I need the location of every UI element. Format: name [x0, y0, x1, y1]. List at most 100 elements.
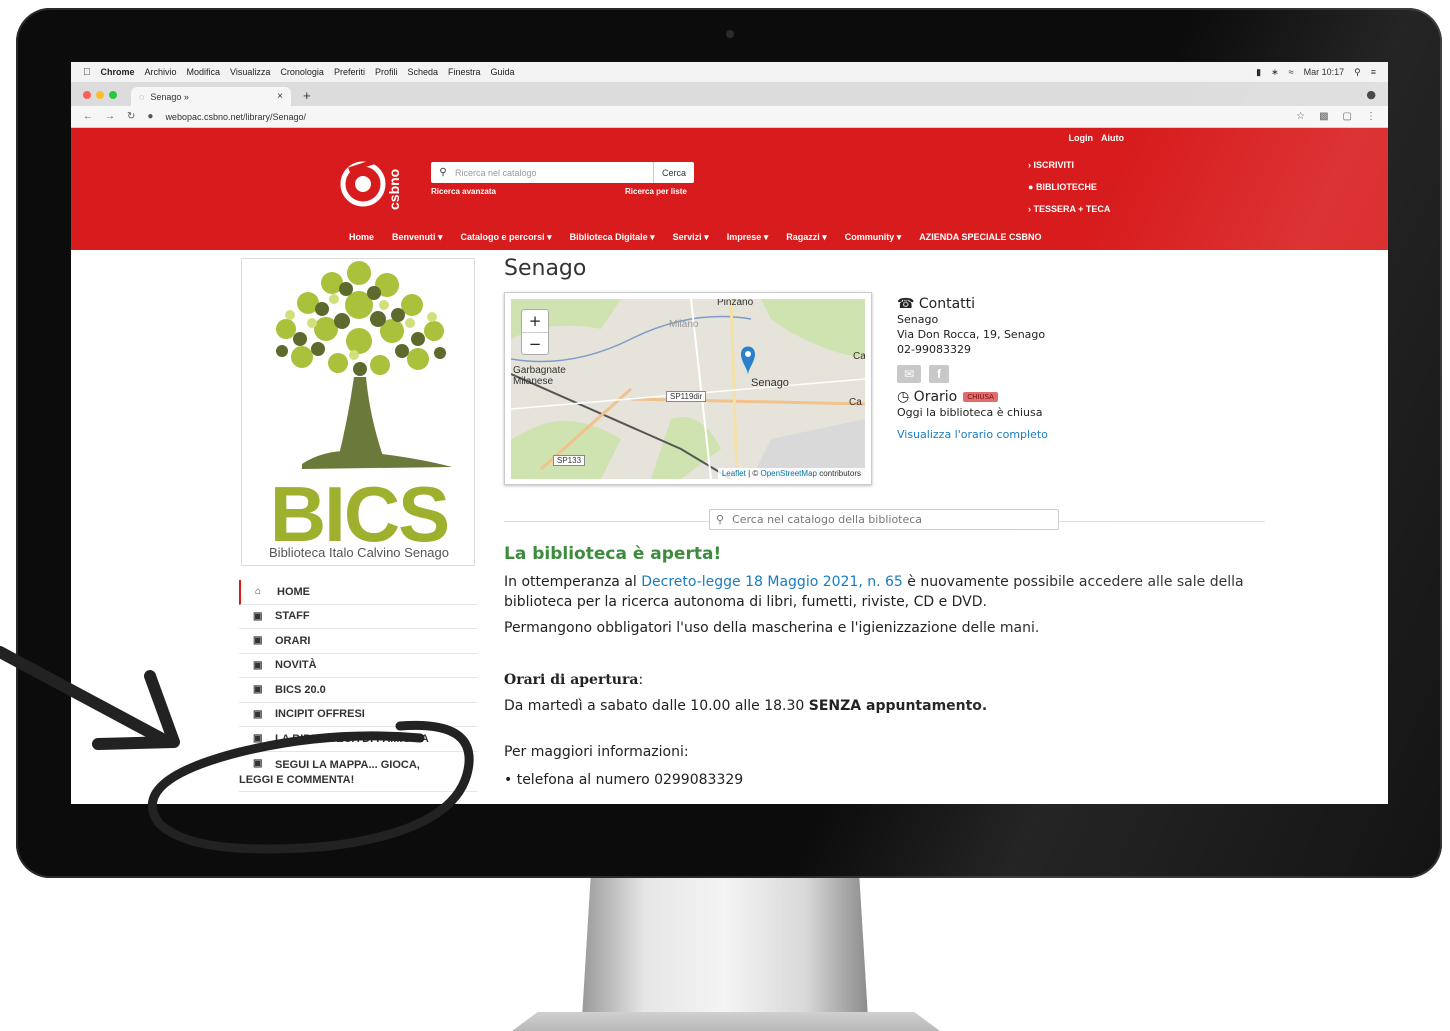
spotlight-icon[interactable]: ⚲ [1354, 67, 1361, 78]
nav-biblioteca-digitale[interactable]: Biblioteca Digitale ▾ [570, 232, 655, 243]
card-link[interactable]: › TESSERA + TECA [1028, 198, 1110, 220]
contacts-address: Via Don Rocca, 19, Senago [897, 328, 1046, 341]
sidebar-item-segui-mappa[interactable]: ▣ SEGUI LA MAPPA... GIOCA, LEGGI E COMME… [239, 752, 477, 792]
article-heading: La biblioteca è aperta! [504, 544, 722, 564]
map-label: Pinzano [717, 299, 754, 308]
sidebar-item-incipit[interactable]: ▣ INCIPIT OFFRESI [239, 703, 477, 727]
battery-icon[interactable]: ▮ [1256, 67, 1261, 78]
menu-item[interactable]: Preferiti [334, 67, 365, 77]
leaflet-link[interactable]: Leaflet [722, 469, 746, 478]
nav-home[interactable]: Home [349, 232, 374, 243]
contacts-heading-label: Contatti [918, 296, 976, 312]
right-links: › ISCRIVITI ● BIBLIOTECHE › TESSERA + TE… [1028, 154, 1110, 220]
sidebar-item-label: INCIPIT OFFRESI [275, 708, 365, 721]
sidebar-item-home[interactable]: ⌂ HOME [239, 580, 477, 605]
map-zoom-controls: + − [521, 309, 549, 355]
tab-title: Senago » [150, 91, 189, 102]
menu-item[interactable]: Finestra [448, 67, 481, 77]
advanced-search-link[interactable]: Ricerca avanzata [431, 187, 496, 196]
sidebar-item-orari[interactable]: ▣ ORARI [239, 629, 477, 654]
nav-ragazzi[interactable]: Ragazzi ▾ [786, 232, 827, 243]
nav-benvenuti[interactable]: Benvenuti ▾ [392, 232, 443, 243]
menu-item[interactable]: Modifica [187, 67, 221, 77]
csbno-logo[interactable]: csbno [339, 152, 405, 216]
sidebar-item-label: NOVITÀ [275, 659, 317, 672]
header-search-button[interactable]: Cerca [652, 162, 694, 183]
osm-link[interactable]: OpenStreetMap [760, 469, 816, 478]
close-tab-icon[interactable]: × [277, 91, 283, 102]
apple-icon[interactable]:  [83, 67, 91, 78]
lock-icon: ● [147, 111, 154, 122]
login-link[interactable]: Login [1069, 133, 1094, 143]
wifi-icon[interactable]: ≈ [1289, 67, 1294, 77]
list-search-link[interactable]: Ricerca per liste [625, 187, 687, 196]
catalog-search-input[interactable]: ⚲ Cerca nel catalogo della biblioteca [709, 509, 1059, 530]
bics-logo-subtitle: Biblioteca Italo Calvino Senago [269, 545, 449, 560]
extension-icon[interactable]: ▩ [1319, 111, 1328, 122]
library-map[interactable]: + − Pinzano Milano Garbagnate Milanese S… [504, 292, 872, 485]
sidebar-item-bics-20[interactable]: ▣ BICS 20.0 [239, 678, 477, 703]
camera-dot [726, 30, 734, 38]
register-link[interactable]: › ISCRIVITI [1028, 154, 1110, 176]
menu-item[interactable]: Profili [375, 67, 398, 77]
new-tab-button[interactable]: + [303, 88, 311, 103]
zoom-window-button[interactable] [109, 91, 117, 99]
nav-azienda[interactable]: AZIENDA SPECIALE CSBNO [919, 232, 1041, 243]
menu-item[interactable]: Archivio [145, 67, 177, 77]
facebook-icon[interactable]: f [929, 365, 949, 383]
email-icon[interactable]: ✉ [897, 365, 921, 383]
card-label: TESSERA + TECA [1033, 204, 1111, 214]
nav-community[interactable]: Community ▾ [845, 232, 902, 243]
p1-before: In ottemperanza al [504, 574, 642, 590]
libraries-link[interactable]: ● BIBLIOTECHE [1028, 176, 1110, 198]
nav-imprese[interactable]: Imprese ▾ [727, 232, 769, 243]
browser-tab[interactable]: ◌ Senago » × [131, 87, 291, 106]
bics-logo-word: BICS [269, 470, 450, 558]
menu-clock[interactable]: Mar 10:17 [1304, 67, 1345, 77]
phone-icon: ☎ [897, 296, 919, 312]
contacts-phone: 02-99083329 [897, 343, 971, 356]
reload-icon[interactable]: ↻ [127, 111, 135, 122]
zoom-out-button[interactable]: − [522, 332, 548, 354]
map-label: Ca [853, 351, 865, 362]
decree-link[interactable]: Decreto-legge 18 Maggio 2021, n. 65 [641, 574, 903, 590]
nav-servizi[interactable]: Servizi ▾ [673, 232, 709, 243]
menu-item[interactable]: Scheda [407, 67, 438, 77]
nav-catalogo[interactable]: Catalogo e percorsi ▾ [461, 232, 552, 243]
kebab-menu-icon[interactable]: ⋮ [1366, 111, 1376, 122]
sidebar-item-biblioteca-famiglia[interactable]: ▣ LA BIBLIOTECA DI FAMIGLIA [239, 727, 477, 752]
sidebar-item-novita[interactable]: ▣ NOVITÀ [239, 654, 477, 678]
menu-item[interactable]: Visualizza [230, 67, 270, 77]
header-search-input[interactable]: Ricerca nel catalogo [455, 168, 653, 178]
file-icon: ▣ [253, 684, 263, 696]
full-hours-link[interactable]: Visualizza l'orario completo [897, 428, 1048, 441]
map-label: Garbagnate Milanese [513, 365, 566, 387]
sidebar-item-staff[interactable]: ▣ STAFF [239, 605, 477, 629]
list-item: • telefona al numero 0299083329 [504, 772, 744, 788]
file-icon: ▣ [253, 733, 263, 745]
back-icon[interactable]: ← [83, 111, 93, 122]
url-field[interactable]: webopac.csbno.net/library/Senago/ [165, 112, 306, 122]
browser-profile-icon[interactable]: ● [1366, 88, 1376, 101]
zoom-in-button[interactable]: + [522, 310, 548, 332]
minimize-window-button[interactable] [96, 91, 104, 99]
menu-item[interactable]: Guida [491, 67, 515, 77]
puzzle-icon[interactable]: ▢ [1343, 111, 1352, 122]
bookmark-star-icon[interactable]: ☆ [1296, 111, 1305, 122]
menu-item[interactable]: Cronologia [280, 67, 324, 77]
sidebar-item-label: BICS 20.0 [275, 683, 326, 696]
main-nav: Home Benvenuti ▾ Catalogo e percorsi ▾ B… [349, 232, 1041, 243]
map-pin-icon: ● [1028, 182, 1036, 192]
menu-app[interactable]: Chrome [101, 67, 135, 77]
forward-icon[interactable]: → [105, 111, 115, 122]
map-canvas[interactable]: + − Pinzano Milano Garbagnate Milanese S… [511, 299, 865, 479]
file-icon: ▣ [253, 708, 263, 720]
contacts-heading: ☎ Contatti [897, 296, 1048, 312]
orari-colon: : [638, 672, 644, 688]
help-link[interactable]: Aiuto [1101, 133, 1124, 143]
contacts-name: Senago [897, 313, 939, 326]
orari-heading: Orari di apertura [504, 672, 639, 688]
bluetooth-icon[interactable]: ∗ [1271, 67, 1279, 78]
control-center-icon[interactable]: ≡ [1371, 67, 1376, 77]
close-window-button[interactable] [83, 91, 91, 99]
